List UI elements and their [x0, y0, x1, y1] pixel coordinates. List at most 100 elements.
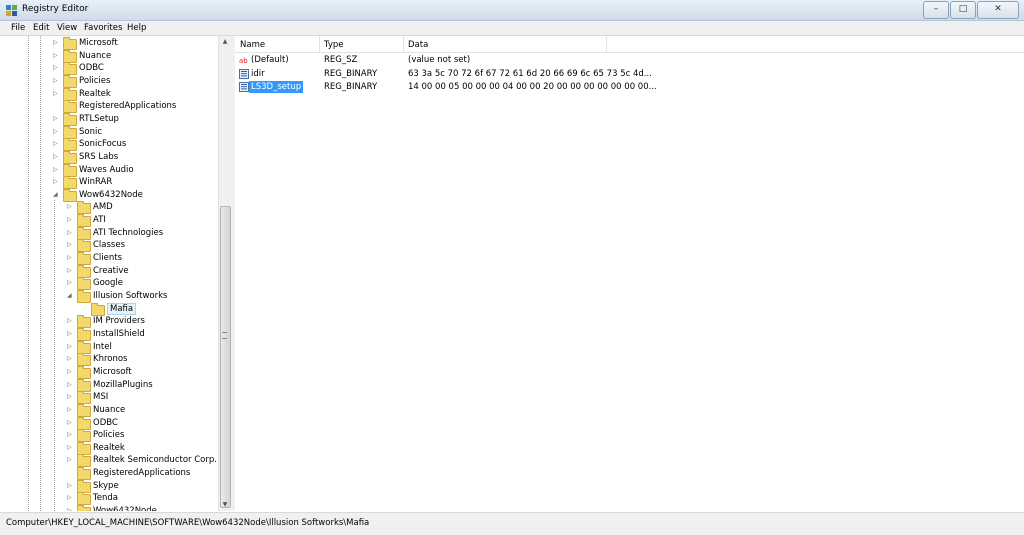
expand-arrow-icon[interactable]: ▷	[67, 404, 75, 416]
tree-item[interactable]: ▷ WinRAR	[2, 176, 218, 189]
maximize-button[interactable]: □	[950, 1, 976, 19]
column-header-name[interactable]: Name	[240, 40, 265, 50]
tree-item[interactable]: ▷ Wow6432Node	[2, 505, 218, 511]
expand-arrow-icon[interactable]: ▷	[53, 88, 61, 100]
registry-key-tree[interactable]: ▷ Microsoft ▷ Nuance ▷ ODBC ▷ Policies ▷ Realtek R…	[2, 36, 232, 511]
tree-item[interactable]: ▷ Policies	[2, 75, 218, 88]
menu-file[interactable]: File	[11, 23, 25, 33]
tree-item[interactable]: ▷ SRS Labs	[2, 151, 218, 164]
column-header-data[interactable]: Data	[408, 40, 428, 50]
expand-arrow-icon[interactable]: ▷	[67, 492, 75, 504]
tree-item[interactable]: ▷ Microsoft	[2, 366, 218, 379]
window-title: Registry Editor	[22, 4, 89, 14]
tree-item[interactable]: ▷ Policies	[2, 429, 218, 442]
expand-arrow-icon[interactable]: ▷	[53, 113, 61, 125]
tree-item[interactable]: ▷ ATI	[2, 214, 218, 227]
menu-favorites[interactable]: Favorites	[84, 23, 122, 33]
tree-item[interactable]: ▷ Waves Audio	[2, 164, 218, 177]
column-divider[interactable]	[606, 36, 607, 52]
close-button[interactable]: ✕	[977, 1, 1019, 19]
menu-edit[interactable]: Edit	[33, 23, 49, 33]
expand-arrow-icon[interactable]: ▷	[67, 505, 75, 511]
registry-values-list[interactable]: Name Type Data ab (Default) REG_SZ (value n…	[235, 36, 1024, 511]
tree-item[interactable]: ▷ Khronos	[2, 353, 218, 366]
tree-item[interactable]: RegisteredApplications	[2, 467, 218, 480]
expand-arrow-icon[interactable]: ▷	[67, 328, 75, 340]
tree-item[interactable]: ▷ MSI	[2, 391, 218, 404]
expand-arrow-icon[interactable]: ▷	[53, 37, 61, 49]
expand-arrow-icon[interactable]: ▷	[67, 417, 75, 429]
expand-arrow-icon[interactable]: ▷	[67, 341, 75, 353]
expand-arrow-icon[interactable]: ▷	[53, 126, 61, 138]
svg-text:ab: ab	[239, 57, 248, 65]
expand-arrow-icon[interactable]: ▷	[67, 442, 75, 454]
tree-item[interactable]: ▷ Sonic	[2, 126, 218, 139]
tree-item[interactable]: ▷ Skype	[2, 480, 218, 493]
tree-item[interactable]: ▷ RTLSetup	[2, 113, 218, 126]
folder-icon	[77, 239, 91, 252]
expand-arrow-icon[interactable]: ▷	[67, 480, 75, 492]
expand-arrow-icon[interactable]: ▷	[67, 391, 75, 403]
expand-arrow-icon[interactable]: ▷	[53, 50, 61, 62]
tree-item[interactable]: ▷ Nuance	[2, 404, 218, 417]
expand-arrow-icon[interactable]: ▷	[67, 252, 75, 264]
tree-item[interactable]: ▷ Clients	[2, 252, 218, 265]
expand-arrow-icon[interactable]: ▷	[67, 239, 75, 251]
expand-arrow-icon[interactable]: ▷	[67, 429, 75, 441]
expand-arrow-icon[interactable]: ▷	[53, 138, 61, 150]
expand-arrow-icon[interactable]: ▷	[53, 151, 61, 163]
scroll-down-icon[interactable]: ▼	[219, 499, 231, 511]
expand-arrow-icon[interactable]: ▷	[67, 315, 75, 327]
scrollbar-thumb[interactable]	[220, 206, 231, 508]
minimize-button[interactable]: –	[923, 1, 949, 19]
expand-arrow-icon[interactable]: ▷	[67, 214, 75, 226]
tree-item[interactable]: ▷ IM Providers	[2, 315, 218, 328]
tree-item[interactable]: ▷ Realtek	[2, 88, 218, 101]
tree-vertical-scrollbar[interactable]: ▲ ▼	[218, 36, 231, 511]
tree-item[interactable]: Mafia	[2, 303, 218, 316]
scroll-up-icon[interactable]: ▲	[219, 36, 231, 48]
tree-item[interactable]: ◢ Wow6432Node	[2, 189, 218, 202]
registry-value-row[interactable]: ab (Default) REG_SZ (value not set)	[235, 54, 1024, 67]
tree-item[interactable]: ▷ ODBC	[2, 62, 218, 75]
tree-item[interactable]: ▷ Classes	[2, 239, 218, 252]
tree-item[interactable]: ◢ Illusion Softworks	[2, 290, 218, 303]
tree-item[interactable]: ▷ Nuance	[2, 50, 218, 63]
column-header-type[interactable]: Type	[324, 40, 344, 50]
expand-arrow-icon[interactable]: ▷	[67, 366, 75, 378]
menu-view[interactable]: View	[57, 23, 77, 33]
expand-arrow-icon[interactable]: ▷	[53, 164, 61, 176]
column-divider[interactable]	[319, 36, 320, 52]
expand-arrow-icon[interactable]: ▷	[53, 62, 61, 74]
expand-arrow-icon[interactable]: ▷	[53, 176, 61, 188]
expand-arrow-icon[interactable]: ▷	[67, 454, 75, 466]
expand-arrow-icon[interactable]: ▷	[67, 265, 75, 277]
tree-item[interactable]: ▷ Realtek	[2, 442, 218, 455]
expand-arrow-icon[interactable]: ▷	[67, 379, 75, 391]
registry-value-row[interactable]: LS3D_setup REG_BINARY 14 00 00 05 00 00 00…	[235, 81, 1024, 94]
registry-value-row[interactable]: idir REG_BINARY 63 3a 5c 70 72 6f 67 72 61…	[235, 68, 1024, 81]
tree-item[interactable]: ▷ SonicFocus	[2, 138, 218, 151]
expand-arrow-icon[interactable]: ▷	[67, 201, 75, 213]
tree-item-label: Realtek Semiconductor Corp.	[93, 455, 217, 465]
expand-arrow-icon[interactable]: ▷	[67, 277, 75, 289]
expand-arrow-icon[interactable]: ▷	[67, 227, 75, 239]
expand-arrow-icon[interactable]: ▷	[53, 75, 61, 87]
tree-item[interactable]: ▷ MozillaPlugins	[2, 379, 218, 392]
tree-item[interactable]: ▷ AMD	[2, 201, 218, 214]
tree-item[interactable]: ▷ Google	[2, 277, 218, 290]
tree-item[interactable]: ▷ Creative	[2, 265, 218, 278]
collapse-arrow-icon[interactable]: ◢	[53, 189, 61, 201]
collapse-arrow-icon[interactable]: ◢	[67, 290, 75, 302]
tree-item[interactable]: ▷ ODBC	[2, 417, 218, 430]
tree-item[interactable]: ▷ InstallShield	[2, 328, 218, 341]
expand-arrow-icon[interactable]: ▷	[67, 353, 75, 365]
tree-item[interactable]: ▷ ATI Technologies	[2, 227, 218, 240]
tree-item[interactable]: ▷ Microsoft	[2, 37, 218, 50]
tree-item[interactable]: RegisteredApplications	[2, 100, 218, 113]
tree-item[interactable]: ▷ Realtek Semiconductor Corp.	[2, 454, 218, 467]
column-divider[interactable]	[403, 36, 404, 52]
menu-help[interactable]: Help	[127, 23, 146, 33]
tree-item[interactable]: ▷ Tenda	[2, 492, 218, 505]
tree-item[interactable]: ▷ Intel	[2, 341, 218, 354]
